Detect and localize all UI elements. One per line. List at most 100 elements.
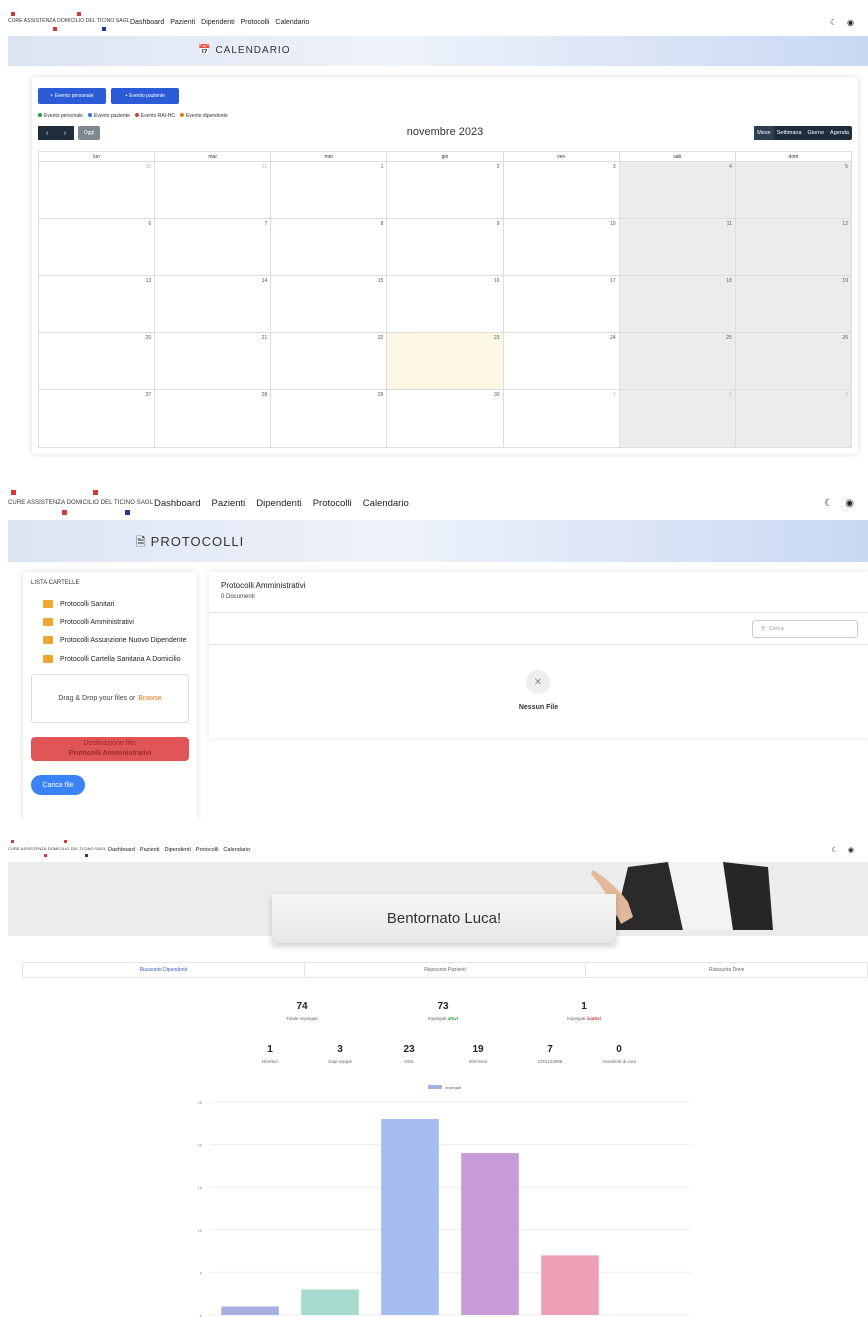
documents-panel: Protocolli Amministrativi 0 Documenti ⚲ C… — [209, 572, 868, 738]
weekday-label: ven — [504, 152, 620, 161]
day-cell[interactable]: 24 — [504, 333, 620, 389]
day-cell[interactable]: 16 — [387, 276, 504, 332]
week-row: 30 31 1 2 3 4 5 — [39, 162, 851, 219]
view-week-button[interactable]: Settimana — [774, 126, 805, 140]
weekday-label: dom — [788, 154, 799, 160]
nav-link-dipendenti[interactable]: Dipendenti — [165, 847, 191, 853]
day-cell[interactable]: 12 — [735, 219, 851, 275]
day-cell[interactable]: 30 — [39, 162, 156, 218]
tab-riassunto-pazienti[interactable]: Riassunto Pazienti — [305, 963, 587, 977]
nav-link-pazienti[interactable]: Pazienti — [170, 19, 195, 26]
weekday-label: sab — [620, 152, 736, 161]
weekday-label: mer — [271, 152, 388, 161]
day-cell[interactable]: 6 — [39, 219, 156, 275]
upload-button[interactable]: Carica file — [31, 775, 85, 795]
moon-icon[interactable]: ☾ — [832, 846, 838, 854]
day-cell[interactable]: 17 — [504, 276, 620, 332]
folder-item[interactable]: Protocolli Cartella Sanitaria A Domicili… — [43, 655, 181, 663]
folder-icon — [43, 655, 53, 663]
day-cell[interactable]: 3 — [504, 162, 620, 218]
nav-link-protocolli[interactable]: Protocolli — [313, 498, 352, 509]
day-cell[interactable]: 10 — [504, 219, 620, 275]
nav-link-dashboard[interactable]: Dashboard — [130, 19, 164, 26]
y-tick-label: 10 — [198, 1228, 203, 1233]
day-cell[interactable]: 31 — [155, 162, 272, 218]
day-cell[interactable]: 28 — [155, 390, 272, 447]
nav-link-dashboard[interactable]: Dashboard — [108, 847, 135, 853]
day-cell[interactable]: 19 — [735, 276, 851, 332]
nav-link-protocolli[interactable]: Protocolli — [196, 847, 219, 853]
folder-item[interactable]: Protocolli Assunzione Nuovo Dipendente — [43, 636, 186, 644]
day-cell[interactable]: 18 — [619, 276, 736, 332]
day-cell[interactable]: 13 — [39, 276, 156, 332]
view-month-button[interactable]: Mese — [754, 126, 774, 140]
day-cell[interactable]: 25 — [619, 333, 736, 389]
day-cell[interactable]: 9 — [387, 219, 504, 275]
tab-riassunto-dipendenti[interactable]: Riassunto Dipendenti — [23, 963, 305, 977]
nav-link-pazienti[interactable]: Pazienti — [140, 847, 160, 853]
day-cell[interactable]: 7 — [155, 219, 272, 275]
day-cell[interactable]: 2 — [387, 162, 504, 218]
next-month-button[interactable]: › — [56, 126, 74, 140]
day-cell[interactable]: 2 — [619, 390, 736, 447]
day-cell[interactable]: 20 — [39, 333, 156, 389]
file-dropzone[interactable]: Drag & Drop your files or Browse — [31, 674, 189, 723]
day-cell[interactable]: 14 — [155, 276, 272, 332]
day-cell[interactable]: 1 — [504, 390, 620, 447]
user-circle-icon[interactable]: ◉ — [845, 498, 854, 509]
day-number: 13 — [145, 278, 152, 284]
day-cell[interactable]: 5 — [735, 162, 851, 218]
day-cell[interactable]: 22 — [271, 333, 388, 389]
view-day-button[interactable]: Giorno — [805, 126, 828, 140]
bar-oss[interactable] — [381, 1119, 439, 1315]
nav-link-calendario[interactable]: Calendario — [363, 498, 409, 509]
day-cell[interactable]: 23 — [387, 333, 504, 389]
day-cell[interactable]: 15 — [271, 276, 388, 332]
add-personal-event-button[interactable]: + Evento personale — [38, 88, 106, 104]
view-agenda-button[interactable]: Agenda — [827, 126, 852, 140]
logo-text: CURE ASSISTENZA DOMICILIO DEL TICINO SAG… — [8, 846, 107, 851]
day-cell[interactable]: 30 — [387, 390, 504, 447]
today-button[interactable]: Oggi — [78, 126, 100, 140]
logo[interactable]: CURE ASSISTENZA DOMICILIO DEL TICINO SAG… — [8, 488, 153, 518]
day-number: 24 — [610, 335, 616, 341]
day-cell[interactable]: 11 — [619, 219, 736, 275]
day-cell[interactable]: 1 — [271, 162, 388, 218]
user-circle-icon[interactable]: ◉ — [847, 18, 854, 27]
day-cell[interactable]: 26 — [735, 333, 851, 389]
bar-infermieri[interactable] — [461, 1153, 519, 1315]
day-cell[interactable]: 27 — [39, 390, 156, 447]
logo[interactable]: CURE ASSISTENZA DOMICILIO DEL TICINO SAG… — [8, 11, 130, 33]
day-cell[interactable]: 29 — [271, 390, 388, 447]
day-cell[interactable]: 8 — [271, 219, 388, 275]
folder-item[interactable]: Protocolli Sanitari — [43, 600, 114, 608]
calendar-icon: 📅 — [198, 45, 212, 56]
nav-link-dipendenti[interactable]: Dipendenti — [256, 498, 301, 509]
bar-direttori[interactable] — [221, 1306, 279, 1315]
nav-link-calendario[interactable]: Calendario — [223, 847, 250, 853]
day-cell[interactable]: 4 — [619, 162, 736, 218]
nav-link-dashboard[interactable]: Dashboard — [154, 498, 200, 509]
folder-item[interactable]: Protocolli Amministrativi — [43, 618, 134, 626]
add-patient-event-button[interactable]: + Evento paziente — [111, 88, 179, 104]
prev-month-button[interactable]: ‹ — [38, 126, 56, 140]
day-number: 8 — [380, 221, 384, 227]
moon-icon[interactable]: ☾ — [830, 18, 837, 27]
browse-link[interactable]: Browse — [138, 695, 161, 702]
bar-crs123098[interactable] — [541, 1255, 599, 1315]
day-number: 10 — [610, 221, 616, 227]
day-number: 5 — [845, 164, 848, 170]
search-input[interactable]: ⚲ Cerca — [752, 620, 858, 638]
tab-riassunto-drive[interactable]: Riassunto Drive — [586, 963, 867, 977]
moon-icon[interactable]: ☾ — [824, 498, 833, 509]
day-cell[interactable]: 21 — [155, 333, 272, 389]
nav-link-calendario[interactable]: Calendario — [275, 19, 309, 26]
logo[interactable]: CURE ASSISTENZA DOMICILIO DEL TICINO SAG… — [8, 839, 106, 861]
nav-link-protocolli[interactable]: Protocolli — [241, 19, 270, 26]
day-cell[interactable]: 3 — [735, 390, 851, 447]
bar-capi-equipe[interactable] — [301, 1289, 359, 1315]
nav-link-dipendenti[interactable]: Dipendenti — [201, 19, 234, 26]
user-circle-icon[interactable]: ◉ — [848, 846, 854, 854]
calendar-card: + Evento personale + Evento paziente Eve… — [32, 77, 858, 454]
nav-link-pazienti[interactable]: Pazienti — [211, 498, 245, 509]
